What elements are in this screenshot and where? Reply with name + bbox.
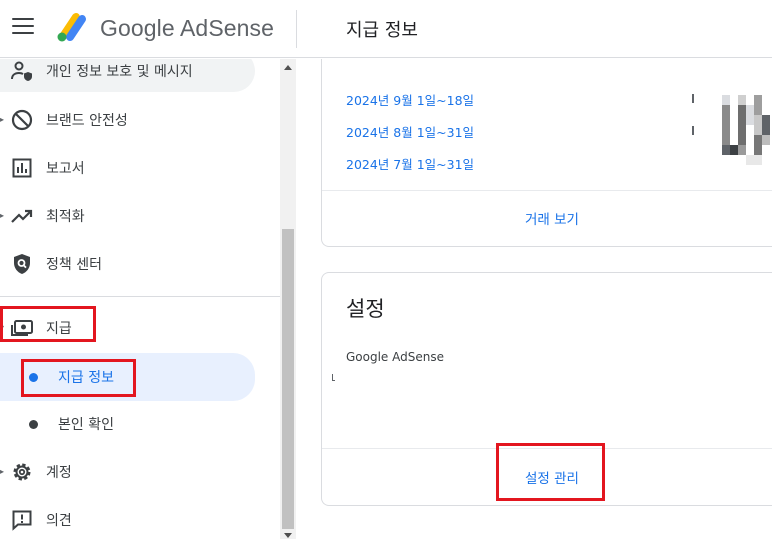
sidebar-item-label: 브랜드 안전성 (46, 113, 128, 129)
card-divider (322, 448, 772, 449)
pixelated-amount-image (722, 95, 770, 165)
sidebar-item-label: 정책 센터 (46, 257, 102, 273)
settings-title: 설정 (346, 297, 385, 321)
active-dot-icon (29, 372, 38, 382)
sidebar-item-brand-safety[interactable]: ▸ 브랜드 안전성 (0, 99, 255, 141)
bar-chart-icon (10, 156, 34, 180)
sidebar-item-payment-info[interactable]: 지급 정보 (0, 353, 255, 401)
sidebar-item-label: 개인 정보 보호 및 메시지 (46, 64, 193, 80)
sidebar-item-label: 지급 정보 (58, 370, 114, 386)
sidebar-item-identity-verification[interactable]: 본인 확인 (0, 403, 255, 445)
sidebar-item-payments[interactable]: ▾ 지급 (0, 307, 255, 349)
sidebar-divider (0, 296, 280, 297)
sidebar-item-policy-center[interactable]: 정책 센터 (0, 243, 255, 285)
top-app-bar: Google AdSense 지급 정보 (0, 0, 772, 58)
period-link-jul-2024[interactable]: 2024년 7월 1일~31일 (346, 154, 474, 173)
sidebar-item-optimization[interactable]: ▸ 최적화 (0, 195, 255, 237)
sidebar-item-label: 본인 확인 (58, 417, 114, 433)
person-shield-icon (10, 59, 34, 83)
sidebar-item-label: 지급 (46, 321, 72, 337)
sidebar-scrollbar[interactable] (280, 59, 296, 539)
card-divider (322, 190, 772, 191)
brand-name[interactable]: Google AdSense (100, 15, 274, 42)
collapse-caret-icon[interactable]: ▾ (0, 323, 6, 332)
sidebar-item-reports[interactable]: 보고서 (0, 147, 255, 189)
scroll-thumb[interactable] (282, 229, 294, 529)
hamburger-menu-icon[interactable] (12, 18, 34, 40)
trending-up-icon (10, 204, 34, 228)
scroll-down-arrow-icon[interactable] (284, 533, 292, 538)
sidebar-item-label: 계정 (46, 465, 72, 481)
view-transactions-link[interactable]: 거래 보기 (322, 208, 772, 228)
expand-caret-icon[interactable]: ▸ (0, 211, 6, 220)
manage-settings-link[interactable]: 설정 관리 (322, 467, 772, 487)
block-icon (10, 108, 34, 132)
feedback-icon (10, 508, 34, 532)
period-link-aug-2024[interactable]: 2024년 8월 1일~31일 (346, 122, 474, 141)
sidebar-item-account[interactable]: ▸ 계정 (0, 451, 255, 493)
gear-icon (10, 460, 34, 484)
period-link-sep-2024[interactable]: 2024년 9월 1일~18일 (346, 90, 474, 109)
expand-caret-icon[interactable]: ▸ (0, 467, 6, 476)
sidebar-item-privacy-messaging[interactable]: 개인 정보 보호 및 메시지 (0, 59, 255, 92)
bullet-dot-icon (29, 419, 38, 429)
header-divider (296, 10, 297, 48)
main-content: 2024년 9월 1일~18일 2024년 8월 1일~31일 2024년 7월… (297, 59, 772, 539)
settings-card: 설정 Google AdSense 설정 관리 (321, 272, 772, 506)
scroll-up-arrow-icon[interactable] (284, 65, 292, 70)
policy-shield-icon (10, 252, 34, 276)
amount-marker (692, 126, 694, 135)
payments-icon (10, 316, 34, 340)
small-corner-mark (332, 374, 335, 381)
sidebar-item-label: 의견 (46, 513, 72, 529)
adsense-logo-icon[interactable] (54, 11, 88, 43)
sidebar-item-label: 최적화 (46, 209, 85, 225)
amount-marker (692, 94, 694, 103)
transactions-card: 2024년 9월 1일~18일 2024년 8월 1일~31일 2024년 7월… (321, 59, 772, 247)
sidebar-nav: 개인 정보 보호 및 메시지 ▸ 브랜드 안전성 보고서 ▸ 최적화 정책 센터… (0, 59, 280, 539)
sidebar-item-label: 보고서 (46, 161, 85, 177)
expand-caret-icon[interactable]: ▸ (0, 115, 6, 124)
settings-account-name: Google AdSense (346, 350, 444, 364)
sidebar-item-feedback[interactable]: 의견 (0, 499, 255, 539)
page-title: 지급 정보 (346, 20, 418, 41)
